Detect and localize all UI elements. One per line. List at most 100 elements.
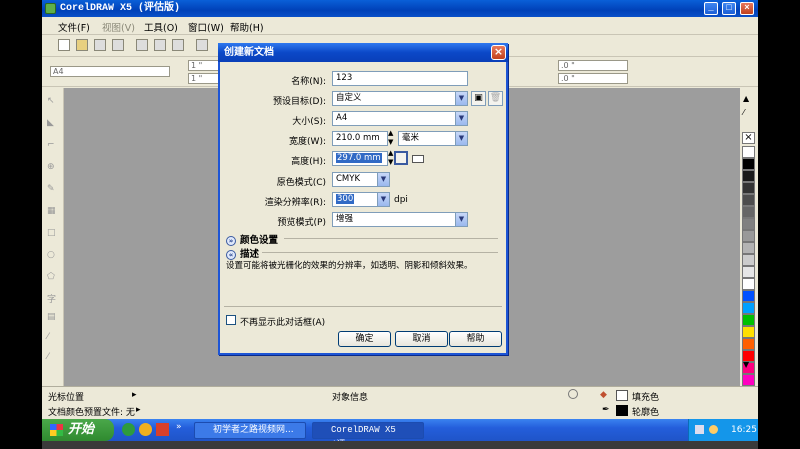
maximize-button[interactable]: □ (722, 2, 736, 15)
ellipse-tool-icon[interactable]: ○ (47, 250, 59, 262)
show-more-icon[interactable]: » (176, 422, 182, 432)
palette-swatch[interactable] (742, 146, 755, 158)
shape-tool-icon[interactable]: ◣ (47, 118, 59, 130)
start-button[interactable]: 开始 (42, 419, 114, 441)
close-button[interactable]: × (740, 2, 754, 15)
size-dropdown-icon[interactable]: ▼ (455, 112, 467, 125)
menu-view[interactable]: 视图(V) (102, 20, 135, 34)
size-select[interactable]: A4 ▼ (332, 111, 468, 126)
description-section[interactable]: « 描述 (226, 246, 259, 260)
help-button[interactable]: 帮助 (449, 331, 502, 347)
horizontal-scrollbar[interactable] (42, 441, 758, 449)
save-preset-icon[interactable]: ▣ (471, 91, 486, 106)
palette-swatch[interactable] (742, 266, 755, 278)
palette-swatch[interactable] (742, 170, 755, 182)
text-tool-icon[interactable]: 字 (47, 292, 59, 305)
expand-arrow-icon[interactable]: ▸ (132, 390, 137, 400)
no-color-swatch[interactable]: × (742, 132, 755, 144)
document-color-profile[interactable]: 文档颜色预置文件: 无 (48, 405, 135, 418)
pick-tool-icon[interactable]: ↖ (47, 96, 59, 108)
cancel-button[interactable]: 取消 (395, 331, 448, 347)
unit-dropdown-icon[interactable]: ▼ (455, 132, 467, 145)
preset-dropdown-icon[interactable]: ▼ (455, 92, 467, 105)
menu-file[interactable]: 文件(F) (58, 20, 90, 34)
quicklaunch-2-icon[interactable] (139, 423, 152, 436)
target-icon[interactable] (568, 389, 578, 399)
save-icon[interactable] (94, 39, 106, 51)
palette-swatch[interactable] (742, 326, 755, 338)
palette-swatch[interactable] (742, 194, 755, 206)
tray-network-icon[interactable] (695, 425, 704, 434)
resolution-select[interactable]: 300 ▼ (332, 192, 390, 207)
name-input[interactable]: 123 (332, 71, 468, 86)
dont-show-checkbox[interactable] (226, 315, 236, 325)
freehand-tool-icon[interactable]: ✎ (47, 184, 59, 196)
landscape-orientation-icon[interactable] (412, 155, 424, 163)
copy-icon[interactable] (154, 39, 166, 51)
nudge-y-field[interactable]: .0 " (558, 73, 628, 84)
palette-swatch[interactable] (742, 254, 755, 266)
preview-mode-select[interactable]: 增强 ▼ (332, 212, 468, 227)
polygon-tool-icon[interactable]: ⬠ (47, 272, 59, 284)
paper-size-select[interactable]: A4 (50, 66, 170, 77)
palette-swatch[interactable] (742, 242, 755, 254)
open-folder-icon[interactable] (76, 39, 88, 51)
color-mode-select[interactable]: CMYK ▼ (332, 172, 390, 187)
fill-color-swatch[interactable] (616, 390, 628, 401)
resolution-dropdown-icon[interactable]: ▼ (377, 193, 389, 206)
palette-swatch[interactable] (742, 158, 755, 170)
palette-swatch[interactable] (742, 182, 755, 194)
smart-fill-icon[interactable]: ▦ (47, 206, 59, 218)
menu-window[interactable]: 窗口(W) (188, 20, 224, 34)
paste-icon[interactable] (172, 39, 184, 51)
color-mode-dropdown-icon[interactable]: ▼ (377, 173, 389, 186)
taskbar-item-coreldraw[interactable]: CorelDRAW X5 (评... (312, 422, 424, 449)
tray-volume-icon[interactable] (709, 425, 718, 434)
palette-swatch[interactable] (742, 314, 755, 326)
menu-help[interactable]: 帮助(H) (230, 20, 264, 34)
menu-tools[interactable]: 工具(O) (144, 20, 178, 34)
palette-scroll-down-icon[interactable]: ▼ (743, 360, 749, 369)
dialog-close-icon[interactable]: × (491, 45, 506, 60)
height-input[interactable]: 297.0 mm (332, 151, 388, 166)
profile-arrow-icon[interactable]: ▸ (136, 405, 141, 415)
rectangle-tool-icon[interactable]: □ (47, 228, 59, 240)
color-settings-section[interactable]: » 颜色设置 (226, 232, 278, 246)
collapse-chevron-icon: « (226, 250, 236, 260)
quicklaunch-1-icon[interactable] (122, 423, 135, 436)
outline-color-swatch[interactable] (616, 405, 628, 416)
ok-button[interactable]: 确定 (338, 331, 391, 347)
preset-select[interactable]: 自定义 ▼ (332, 91, 468, 106)
palette-eyedropper-icon[interactable]: ⁄ (743, 108, 744, 117)
print-icon[interactable] (112, 39, 124, 51)
unit-select[interactable]: 毫米 ▼ (398, 131, 468, 146)
eyedropper-tool-icon[interactable]: ⁄ (47, 352, 59, 364)
palette-swatch[interactable] (742, 338, 755, 350)
new-document-icon[interactable] (58, 39, 70, 51)
cut-icon[interactable] (136, 39, 148, 51)
delete-preset-icon[interactable]: 🗑 (488, 91, 503, 106)
color-settings-label: 颜色设置 (240, 235, 279, 246)
palette-swatch[interactable] (742, 302, 755, 314)
zoom-tool-icon[interactable]: ⊕ (47, 162, 59, 174)
table-tool-icon[interactable]: ▤ (47, 312, 59, 324)
palette-swatch[interactable] (742, 290, 755, 302)
palette-scroll-up-icon[interactable]: ▲ (743, 94, 749, 103)
connector-tool-icon[interactable]: ⁄ (47, 332, 59, 344)
height-spinner-icon[interactable]: ▲ ▼ (388, 149, 393, 167)
palette-swatch[interactable] (742, 374, 755, 386)
palette-swatch[interactable] (742, 230, 755, 242)
undo-icon[interactable] (196, 39, 208, 51)
width-spinner-icon[interactable]: ▲ ▼ (388, 129, 393, 147)
width-input[interactable]: 210.0 mm (332, 131, 388, 146)
preview-dropdown-icon[interactable]: ▼ (455, 213, 467, 226)
quicklaunch-3-icon[interactable] (156, 423, 169, 436)
palette-swatch[interactable] (742, 206, 755, 218)
crop-tool-icon[interactable]: ⌐ (47, 140, 59, 152)
palette-swatch[interactable] (742, 218, 755, 230)
taskbar-item-browser[interactable]: 初学者之路视频网... (194, 422, 306, 439)
minimize-button[interactable]: _ (704, 2, 718, 15)
portrait-orientation-icon[interactable] (394, 151, 408, 165)
palette-swatch[interactable] (742, 278, 755, 290)
nudge-x-field[interactable]: .0 " (558, 60, 628, 71)
